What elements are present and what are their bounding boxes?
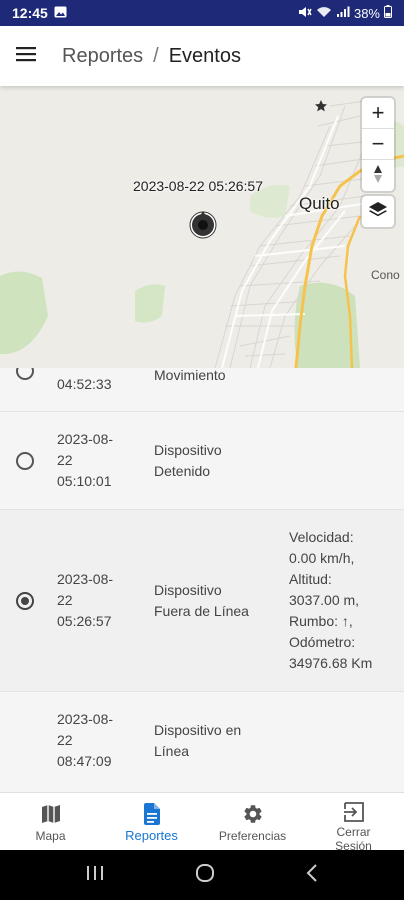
gear-icon <box>242 802 264 826</box>
attr-line: Velocidad: <box>289 529 354 545</box>
event-type-line1: Dispositivo <box>154 582 222 598</box>
nav-label: Preferencias <box>218 829 287 843</box>
breadcrumb-reportes[interactable]: Reportes <box>62 45 143 68</box>
event-date-line1: 2023-08- <box>57 431 114 447</box>
nav-preferencias[interactable]: Preferencias <box>202 793 303 850</box>
event-datetime: 2023-08- 22 08:47:09 <box>57 709 137 772</box>
compass-icon <box>373 163 383 189</box>
status-right: 38% <box>298 5 392 21</box>
event-type-line1: Dispositivo en <box>154 722 242 738</box>
map-view[interactable]: Quito Cono 2023-08-22 05:26:57 + − <box>0 86 404 368</box>
event-datetime: 2023-08- 22 05:10:01 <box>57 429 137 492</box>
event-date-line1: 2023-08- <box>57 571 114 587</box>
nav-label: Mapa <box>35 829 66 843</box>
menu-button[interactable] <box>0 26 52 86</box>
event-type: Dispositivo Fuera de Línea <box>154 580 264 622</box>
back-button[interactable] <box>306 863 318 887</box>
map-icon <box>41 802 61 826</box>
event-row[interactable]: 04:52:33 Movimiento <box>0 368 404 412</box>
map-label-area: Cono <box>371 268 400 282</box>
event-datetime: 2023-08- 22 05:26:57 <box>57 569 137 632</box>
nav-cerrar-sesion[interactable]: Cerrar Sesión <box>303 793 404 853</box>
event-date-line2: 22 <box>57 732 73 748</box>
nav-reportes[interactable]: Reportes <box>101 793 202 850</box>
signal-icon <box>336 6 350 21</box>
mute-icon <box>298 6 312 21</box>
nav-label-line1: Cerrar <box>336 825 371 839</box>
event-date-line3: 05:26:57 <box>57 613 112 629</box>
event-type-line2: Fuera de Línea <box>154 603 249 619</box>
gallery-notification-icon <box>54 6 67 21</box>
nav-label-multiline: Cerrar Sesión <box>335 825 372 853</box>
event-date-line1: 2023-08- <box>57 711 114 727</box>
event-date-line3: 08:47:09 <box>57 753 112 769</box>
event-date-line3: 05:10:01 <box>57 473 112 489</box>
zoom-in-button[interactable]: + <box>362 98 394 129</box>
map-label-city: Quito <box>299 194 340 213</box>
event-type-line2: Línea <box>154 743 190 759</box>
event-date-line2: 22 <box>57 452 73 468</box>
system-navigation-bar <box>0 850 404 900</box>
attr-line: Rumbo: ↑, <box>289 613 353 629</box>
breadcrumb-separator: / <box>153 44 159 67</box>
home-icon <box>195 863 215 887</box>
page-title: Eventos <box>168 44 241 67</box>
zoom-out-button[interactable]: − <box>362 129 394 160</box>
status-time: 12:45 <box>12 5 48 21</box>
recent-apps-icon <box>86 865 104 885</box>
zoom-controls: + − <box>362 98 394 191</box>
app-bar: Reportes / Eventos <box>0 26 404 86</box>
attr-line: 34976.68 Km <box>289 655 373 671</box>
attr-line: 0.00 km/h, <box>289 550 355 566</box>
battery-text: 38% <box>353 5 380 21</box>
event-type-line2: Detenido <box>154 463 211 479</box>
battery-icon <box>384 5 392 21</box>
event-type: Movimiento <box>154 368 226 383</box>
event-time: 04:52:33 <box>57 376 112 392</box>
document-icon <box>143 802 161 826</box>
home-button[interactable] <box>195 863 215 888</box>
event-type-line1: Dispositivo <box>154 442 222 458</box>
radio-empty-icon[interactable] <box>14 368 36 382</box>
layers-control <box>362 196 394 227</box>
back-icon <box>306 863 318 886</box>
status-bar: 12:45 38% <box>0 0 404 26</box>
nav-label: Reportes <box>125 828 178 843</box>
event-attributes: Velocidad: 0.00 km/h, Altitud: 3037.00 m… <box>289 527 399 674</box>
nav-mapa[interactable]: Mapa <box>0 793 101 850</box>
events-list[interactable]: 04:52:33 Movimiento 2023-08- 22 05:10:01… <box>0 368 404 792</box>
event-type: Dispositivo Detenido <box>154 440 264 482</box>
recent-apps-button[interactable] <box>86 865 104 886</box>
layers-icon <box>368 199 388 225</box>
event-type: Dispositivo en Línea <box>154 720 264 762</box>
logout-icon <box>343 802 365 822</box>
device-location-marker[interactable] <box>188 210 218 240</box>
breadcrumb: Reportes / Eventos <box>62 45 241 68</box>
event-row[interactable]: 2023-08- 22 08:47:09 Dispositivo en Líne… <box>0 692 404 792</box>
attr-line: 3037.00 m, <box>289 592 360 608</box>
event-time-label: 2023-08-22 05:26:57 <box>133 178 263 194</box>
attr-line: Odómetro: <box>289 634 356 650</box>
attr-line: Altitud: <box>289 571 332 587</box>
hamburger-menu-icon <box>16 46 36 67</box>
compass-button[interactable] <box>362 160 394 191</box>
event-row[interactable]: 2023-08- 22 05:10:01 Dispositivo Detenid… <box>0 412 404 510</box>
event-row-selected[interactable]: 2023-08- 22 05:26:57 Dispositivo Fuera d… <box>0 510 404 692</box>
wifi-icon <box>316 6 332 21</box>
layers-button[interactable] <box>362 196 394 227</box>
event-date-line2: 22 <box>57 592 73 608</box>
bottom-navigation: Mapa Reportes Preferencias Cerrar Sesión <box>0 792 404 853</box>
radio-selected-icon[interactable] <box>14 590 36 612</box>
radio-empty-icon[interactable] <box>14 450 36 472</box>
